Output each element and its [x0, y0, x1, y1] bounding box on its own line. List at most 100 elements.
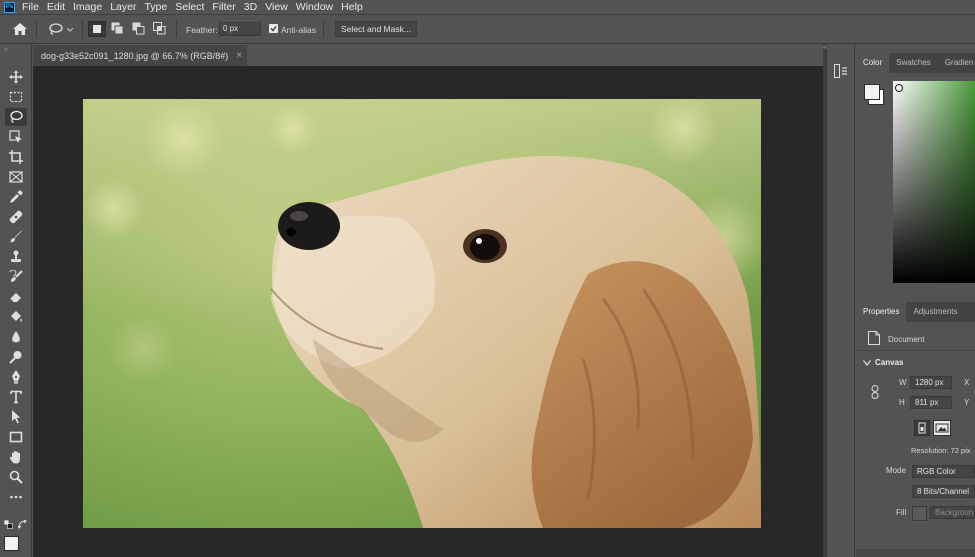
rectangle-tool-icon[interactable] [5, 428, 27, 446]
default-colors-icon[interactable] [3, 519, 13, 532]
width-input[interactable]: 1280 px [910, 376, 952, 389]
history-panel-icon[interactable] [834, 64, 848, 81]
select-and-mask-button[interactable]: Select and Mask... [335, 21, 417, 37]
tab-properties[interactable]: Properties [856, 302, 907, 322]
menu-file[interactable]: File [22, 0, 39, 14]
frame-tool-icon[interactable] [5, 168, 27, 186]
document-label: Document [888, 335, 925, 344]
options-divider [323, 20, 324, 38]
height-label: H [899, 398, 905, 407]
move-tool-icon[interactable] [5, 68, 27, 86]
swap-colors-icon[interactable] [17, 519, 27, 532]
fill-select[interactable]: Background [930, 506, 975, 519]
mode-label: Mode [886, 466, 907, 475]
foreground-color-swatch[interactable] [864, 84, 880, 100]
menu-image[interactable]: Image [73, 0, 102, 14]
menu-layer[interactable]: Layer [110, 0, 136, 14]
y-label: Y [964, 398, 970, 407]
menu-type[interactable]: Type [144, 0, 167, 14]
new-selection-button[interactable] [88, 21, 106, 37]
paint-bucket-tool-icon[interactable] [5, 308, 27, 326]
hand-tool-icon[interactable] [5, 448, 27, 466]
feather-label: Feather: [186, 25, 218, 35]
width-label: W [899, 378, 907, 387]
type-tool-icon[interactable] [5, 388, 27, 406]
anti-alias-checkbox[interactable] [269, 24, 278, 33]
tab-color[interactable]: Color [856, 53, 890, 73]
object-selection-tool-icon[interactable] [5, 128, 27, 146]
tab-adjustments[interactable]: Adjustments [906, 302, 964, 322]
menu-bar: Ps File Edit Image Layer Type Select Fil… [0, 0, 975, 14]
options-divider [176, 20, 177, 38]
brush-tool-icon[interactable] [5, 228, 27, 246]
add-to-selection-icon[interactable] [111, 22, 124, 38]
history-brush-tool-icon[interactable] [5, 268, 27, 286]
clone-stamp-tool-icon[interactable] [5, 248, 27, 266]
crop-tool-icon[interactable] [5, 148, 27, 166]
canvas-area[interactable] [33, 66, 823, 557]
dodge-tool-icon[interactable] [5, 348, 27, 366]
photoshop-logo: Ps [4, 1, 15, 13]
path-selection-tool-icon[interactable] [5, 408, 27, 426]
anti-alias-label: Anti-alias [281, 25, 316, 35]
chevron-down-icon[interactable] [863, 358, 871, 369]
height-input[interactable]: 811 px [910, 396, 952, 409]
eraser-tool-icon[interactable] [5, 288, 27, 306]
menu-filter[interactable]: Filter [212, 0, 235, 14]
foreground-color-swatch[interactable] [4, 536, 19, 551]
fill-label: Fill [896, 508, 907, 517]
dog-photo[interactable] [83, 99, 761, 528]
menu-help[interactable]: Help [341, 0, 363, 14]
canvas-section-label: Canvas [875, 358, 904, 367]
lasso-preset-icon[interactable] [48, 23, 74, 38]
new-selection-icon [93, 25, 101, 33]
resolution-text: Resolution: 72 pix [911, 446, 971, 455]
tab-gradients[interactable]: Gradien [938, 53, 975, 73]
eyedropper-tool-icon[interactable] [5, 188, 27, 206]
panel-footer [856, 549, 975, 557]
properties-panel-tabs: Properties Adjustments [856, 302, 975, 322]
landscape-icon [935, 423, 949, 433]
landscape-orientation-button[interactable] [933, 420, 951, 436]
tab-bar-empty [247, 44, 823, 66]
document-tab-title: dog-g33e52c091_1280.jpg @ 66.7% (RGB/8#) [41, 50, 229, 61]
section-divider [856, 350, 975, 351]
mode-select[interactable]: RGB Color [912, 465, 975, 478]
x-label: X [964, 378, 970, 387]
healing-brush-tool-icon[interactable] [5, 208, 27, 226]
color-panel-tabs: Color Swatches Gradien [856, 53, 975, 73]
bit-depth-select[interactable]: 8 Bits/Channel [912, 485, 975, 498]
portrait-orientation-button[interactable] [914, 420, 930, 436]
tab-swatches[interactable]: Swatches [889, 53, 938, 73]
edit-toolbar-icon[interactable] [5, 488, 27, 506]
color-picker-cursor[interactable] [895, 84, 903, 92]
tools-panel: » [0, 44, 32, 557]
collapsed-panel-dock [827, 44, 855, 557]
link-icon[interactable] [871, 384, 879, 402]
menu-3d[interactable]: 3D [244, 0, 257, 14]
lasso-tool-icon[interactable] [5, 108, 27, 126]
document-tab[interactable]: dog-g33e52c091_1280.jpg @ 66.7% (RGB/8#)… [33, 44, 247, 66]
fill-color-swatch[interactable] [912, 506, 927, 521]
menu-select[interactable]: Select [175, 0, 204, 14]
color-picker-field[interactable] [893, 81, 975, 283]
close-tab-icon[interactable]: × [236, 50, 242, 61]
right-panel-dock: Color Swatches Gradien Properties Adjust… [856, 44, 975, 557]
intersect-selection-icon[interactable] [153, 22, 166, 38]
portrait-icon [918, 422, 926, 434]
menu-view[interactable]: View [265, 0, 288, 14]
options-divider [82, 20, 83, 38]
zoom-tool-icon[interactable] [5, 468, 27, 486]
subtract-from-selection-icon[interactable] [132, 22, 145, 38]
feather-input[interactable]: 0 px [219, 22, 261, 36]
options-bar: Feather: 0 px Anti-alias Select and Mask… [0, 14, 975, 44]
pen-tool-icon[interactable] [5, 368, 27, 386]
menu-window[interactable]: Window [296, 0, 333, 14]
home-icon[interactable] [12, 22, 28, 39]
checkmark-icon [270, 26, 277, 32]
blur-tool-icon[interactable] [5, 328, 27, 346]
marquee-tool-icon[interactable] [5, 88, 27, 106]
menu-edit[interactable]: Edit [47, 0, 65, 14]
document-icon [868, 331, 880, 348]
collapse-arrows-icon[interactable]: » [4, 46, 8, 53]
